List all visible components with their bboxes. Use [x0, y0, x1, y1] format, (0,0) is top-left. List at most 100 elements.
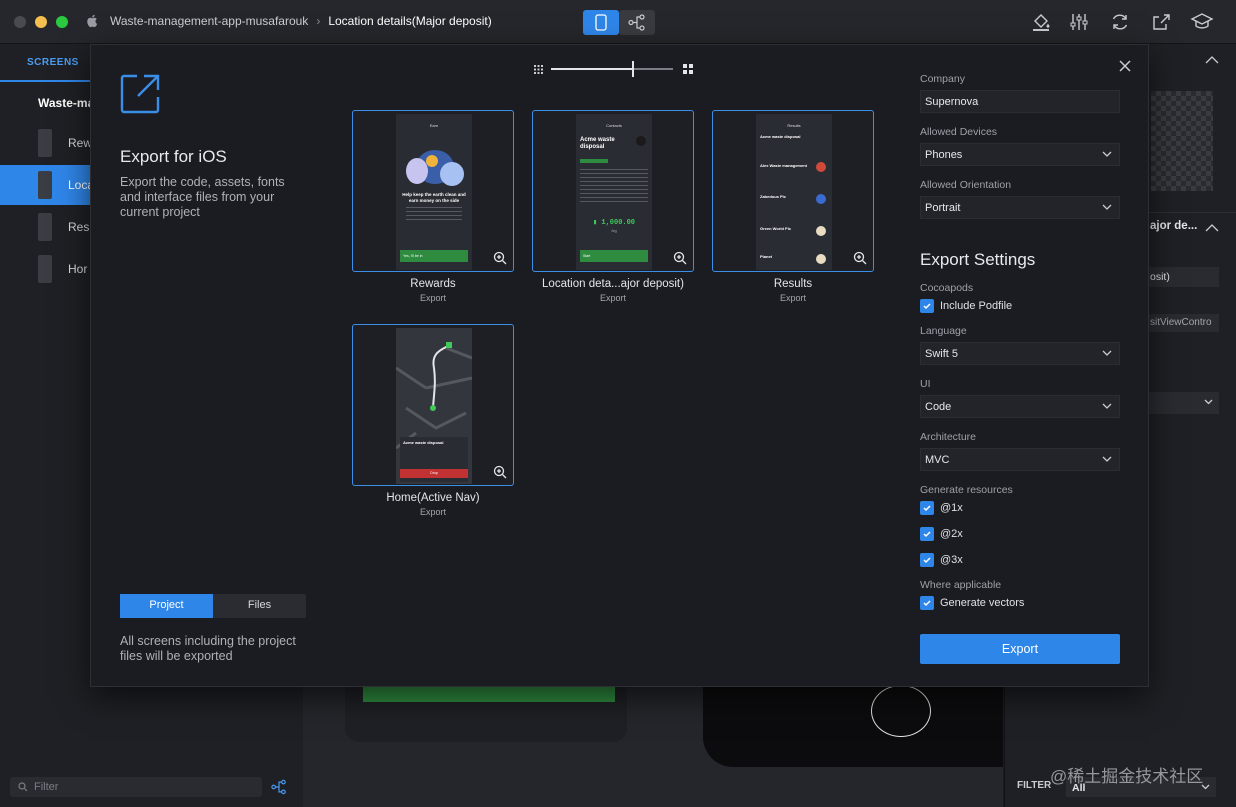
select-value: Swift 5	[925, 348, 959, 360]
screen-list-label: Hor	[68, 262, 88, 276]
screen-list-item-selected[interactable]: Loca	[0, 165, 94, 205]
export-button[interactable]: Export	[920, 634, 1120, 664]
refresh-icon[interactable]	[1109, 12, 1131, 32]
dialog-title: Export for iOS	[120, 147, 227, 166]
chevron-down-icon	[1102, 456, 1112, 462]
preview-result-item: Alex Waste management	[760, 163, 807, 168]
checkmark-icon	[920, 299, 934, 313]
screen-list-item[interactable]: Hor	[0, 249, 90, 289]
screen-preview: Results Acme waste disposal Alex Waste m…	[756, 114, 832, 270]
illustration	[406, 158, 428, 184]
screen-card-status: Export	[599, 293, 626, 303]
title-bar: Waste-management-app-musafarouk › Location…	[0, 0, 1236, 44]
checkbox-label: Generate vectors	[940, 597, 1025, 609]
zoom-in-icon[interactable]	[493, 465, 507, 479]
ui-label: UI	[920, 378, 931, 390]
preview-logo	[816, 162, 826, 172]
preview-button: Start	[580, 250, 648, 262]
inspector-field[interactable]: sitViewContro	[1149, 314, 1219, 332]
checkmark-icon	[920, 527, 934, 541]
language-label: Language	[920, 325, 967, 337]
large-grid-icon	[683, 64, 693, 74]
language-select[interactable]: Swift 5	[920, 342, 1120, 365]
minimize-window-button[interactable]	[35, 16, 47, 28]
preview-text-lines	[580, 169, 648, 205]
preview-heading: Acme waste disposal	[403, 440, 444, 445]
architecture-select[interactable]: MVC	[920, 448, 1120, 471]
canvas-area	[303, 685, 1003, 807]
resource-3x-checkbox[interactable]: @3x	[920, 553, 963, 567]
flow-view-toggle[interactable]	[619, 10, 655, 35]
preview-avatar	[636, 136, 646, 146]
screen-card-name: Results	[773, 278, 813, 290]
allowed-devices-select[interactable]: Phones	[920, 143, 1120, 166]
zoom-window-button[interactable]	[56, 16, 68, 28]
flow-icon[interactable]	[271, 779, 287, 795]
zoom-in-icon[interactable]	[853, 251, 867, 265]
screen-card-home[interactable]: Acme waste disposal Drop	[352, 324, 514, 486]
resource-2x-checkbox[interactable]: @2x	[920, 527, 963, 541]
graduation-cap-icon[interactable]	[1190, 12, 1214, 32]
company-field[interactable]: Supernova	[920, 90, 1120, 113]
device-view-toggle[interactable]	[583, 10, 619, 35]
watermark-text: @稀土掘金技术社区	[1050, 767, 1204, 786]
chevron-down-icon	[1102, 204, 1112, 210]
screen-card-location-details[interactable]: Contacts Acme waste disposal ▮ 1,000.00 …	[532, 110, 694, 272]
checkbox-label: Include Podfile	[940, 300, 1013, 312]
company-label: Company	[920, 73, 965, 85]
close-icon[interactable]	[1116, 57, 1134, 75]
screen-card-results[interactable]: Results Acme waste disposal Alex Waste m…	[712, 110, 874, 272]
preview-heading: Acme waste disposal	[580, 137, 615, 150]
generate-resources-label: Generate resources	[920, 484, 1013, 496]
generate-vectors-checkbox[interactable]: Generate vectors	[920, 596, 1024, 610]
screen-list-label: Rew	[68, 136, 93, 150]
allowed-orientation-select[interactable]: Portrait	[920, 196, 1120, 219]
apple-icon	[87, 14, 98, 28]
paint-bucket-icon[interactable]	[1030, 12, 1052, 32]
close-window-button[interactable]	[14, 16, 26, 28]
inspector-dropdown[interactable]	[1149, 392, 1219, 414]
zoom-in-icon[interactable]	[673, 251, 687, 265]
filter-input[interactable]: Filter	[10, 777, 262, 797]
resource-1x-checkbox[interactable]: @1x	[920, 501, 963, 515]
preview-result-item: Acme waste disposal	[760, 134, 801, 139]
preview-unit: /kg	[611, 228, 617, 233]
checkbox-label: @2x	[940, 528, 963, 540]
screen-card-name: Rewards	[410, 278, 456, 290]
segment-files[interactable]: Files	[213, 594, 306, 618]
preview-button: Drop	[400, 469, 468, 478]
export-ios-dialog: Export for iOS Export the code, assets, …	[90, 44, 1149, 687]
chevron-right-icon: ›	[316, 14, 321, 28]
ui-select[interactable]: Code	[920, 395, 1120, 418]
preview-title: Results	[787, 123, 801, 128]
chevron-down-icon	[1102, 151, 1112, 157]
slider-thumb[interactable]	[631, 61, 634, 77]
screen-list-label: Res	[68, 220, 90, 234]
breadcrumb-project[interactable]: Waste-management-app-musafarouk	[110, 14, 308, 28]
preview-result-item: Green World Plc	[760, 226, 792, 231]
screen-card-rewards[interactable]: Earn Help keep the earth clean and earn …	[352, 110, 514, 272]
tab-screens[interactable]: SCREENS	[0, 44, 90, 82]
preview-result-item: Planet	[760, 254, 773, 259]
checkmark-icon	[920, 596, 934, 610]
segment-project[interactable]: Project	[120, 594, 213, 618]
zoom-in-icon[interactable]	[493, 251, 507, 265]
phone-preview-dark	[703, 687, 1003, 767]
open-external-icon[interactable]	[1150, 12, 1172, 32]
thumbnail-size-slider[interactable]	[531, 61, 696, 77]
checkmark-icon	[920, 501, 934, 515]
dialog-description: Export the code, assets, fonts and inter…	[120, 175, 285, 219]
checkbox-label: @3x	[940, 554, 963, 566]
breadcrumb: Waste-management-app-musafarouk › Location…	[110, 14, 492, 28]
where-applicable-label: Where applicable	[920, 579, 1002, 591]
screen-list-item[interactable]: Res	[0, 207, 90, 247]
inspector-field[interactable]: osit)	[1149, 267, 1219, 287]
breadcrumb-current-screen[interactable]: Location details(Major deposit)	[328, 14, 491, 28]
include-podfile-checkbox[interactable]: Include Podfile	[920, 299, 1012, 313]
illustration	[440, 162, 464, 186]
chevron-up-icon[interactable]	[1205, 224, 1219, 232]
screen-list-item[interactable]: Rew	[0, 123, 93, 163]
preview-button: Yes, I'll be in	[400, 250, 468, 262]
sliders-icon[interactable]	[1068, 12, 1090, 32]
chevron-up-icon[interactable]	[1205, 56, 1219, 64]
